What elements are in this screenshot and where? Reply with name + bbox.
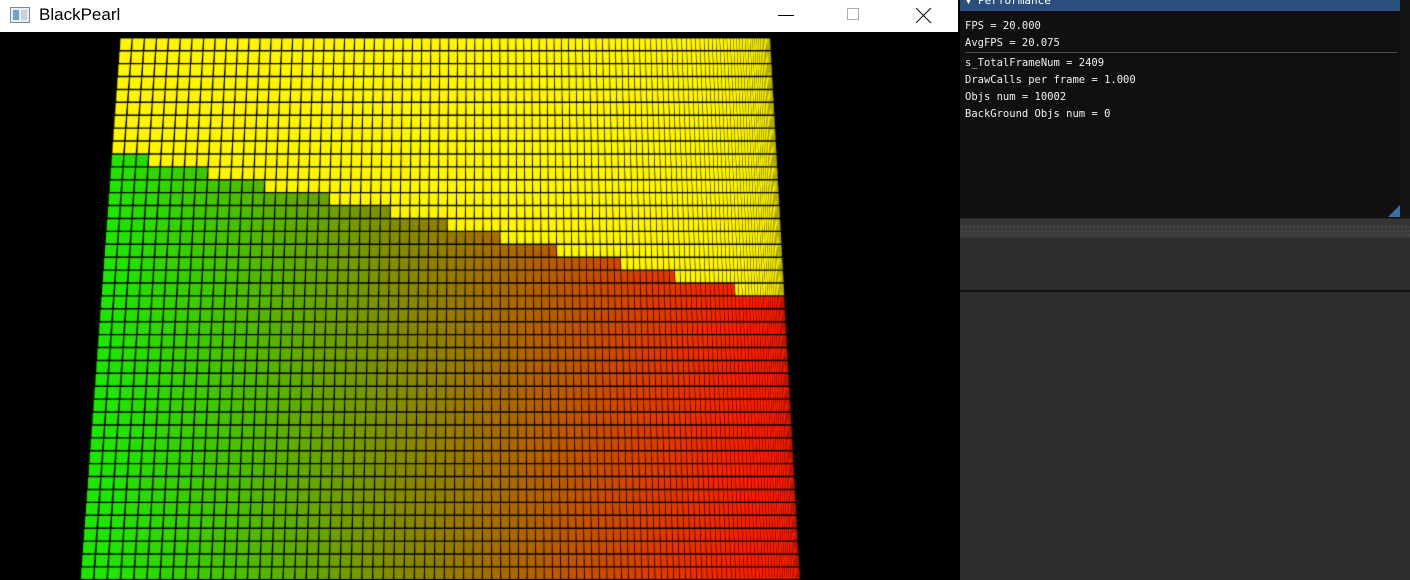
avg-fps-text: AvgFPS = 20.075 — [965, 37, 1060, 49]
background-objs-num-text: BackGround Objs num = 0 — [965, 108, 1111, 120]
maximize-button[interactable] — [830, 0, 876, 32]
objs-num-text: Objs num = 10002 — [965, 91, 1067, 103]
dock-pane-lower — [960, 292, 1410, 580]
fps-text: FPS = 20.000 — [965, 20, 1041, 32]
window-title: BlackPearl — [39, 5, 121, 24]
collapse-arrow-icon[interactable]: ▼ — [965, 0, 972, 8]
performance-panel-title: Performance — [978, 0, 1051, 7]
maximize-icon — [847, 8, 859, 20]
app-window: BlackPearl — [0, 0, 958, 580]
close-icon — [915, 7, 932, 24]
title-bar[interactable]: BlackPearl — [0, 0, 958, 32]
close-button[interactable] — [900, 0, 946, 32]
draw-calls-text: DrawCalls per frame = 1.000 — [965, 74, 1136, 86]
render-viewport[interactable] — [0, 38, 958, 580]
minimize-icon — [778, 15, 794, 16]
dock-pane-upper — [960, 238, 1410, 290]
app-window-icon — [10, 7, 30, 23]
separator — [965, 52, 1397, 53]
performance-panel: ▼ Performance FPS = 20.000 AvgFPS = 20.0… — [960, 0, 1401, 218]
total-frame-num-text: s_TotalFrameNum = 2409 — [965, 57, 1105, 69]
dock-area: ▼ Performance FPS = 20.000 AvgFPS = 20.0… — [960, 0, 1410, 580]
scrollbar[interactable] — [1400, 0, 1410, 218]
dock-tab-bar[interactable] — [960, 225, 1410, 238]
performance-panel-header[interactable]: ▼ Performance — [960, 0, 1400, 11]
minimize-button[interactable] — [762, 0, 808, 32]
